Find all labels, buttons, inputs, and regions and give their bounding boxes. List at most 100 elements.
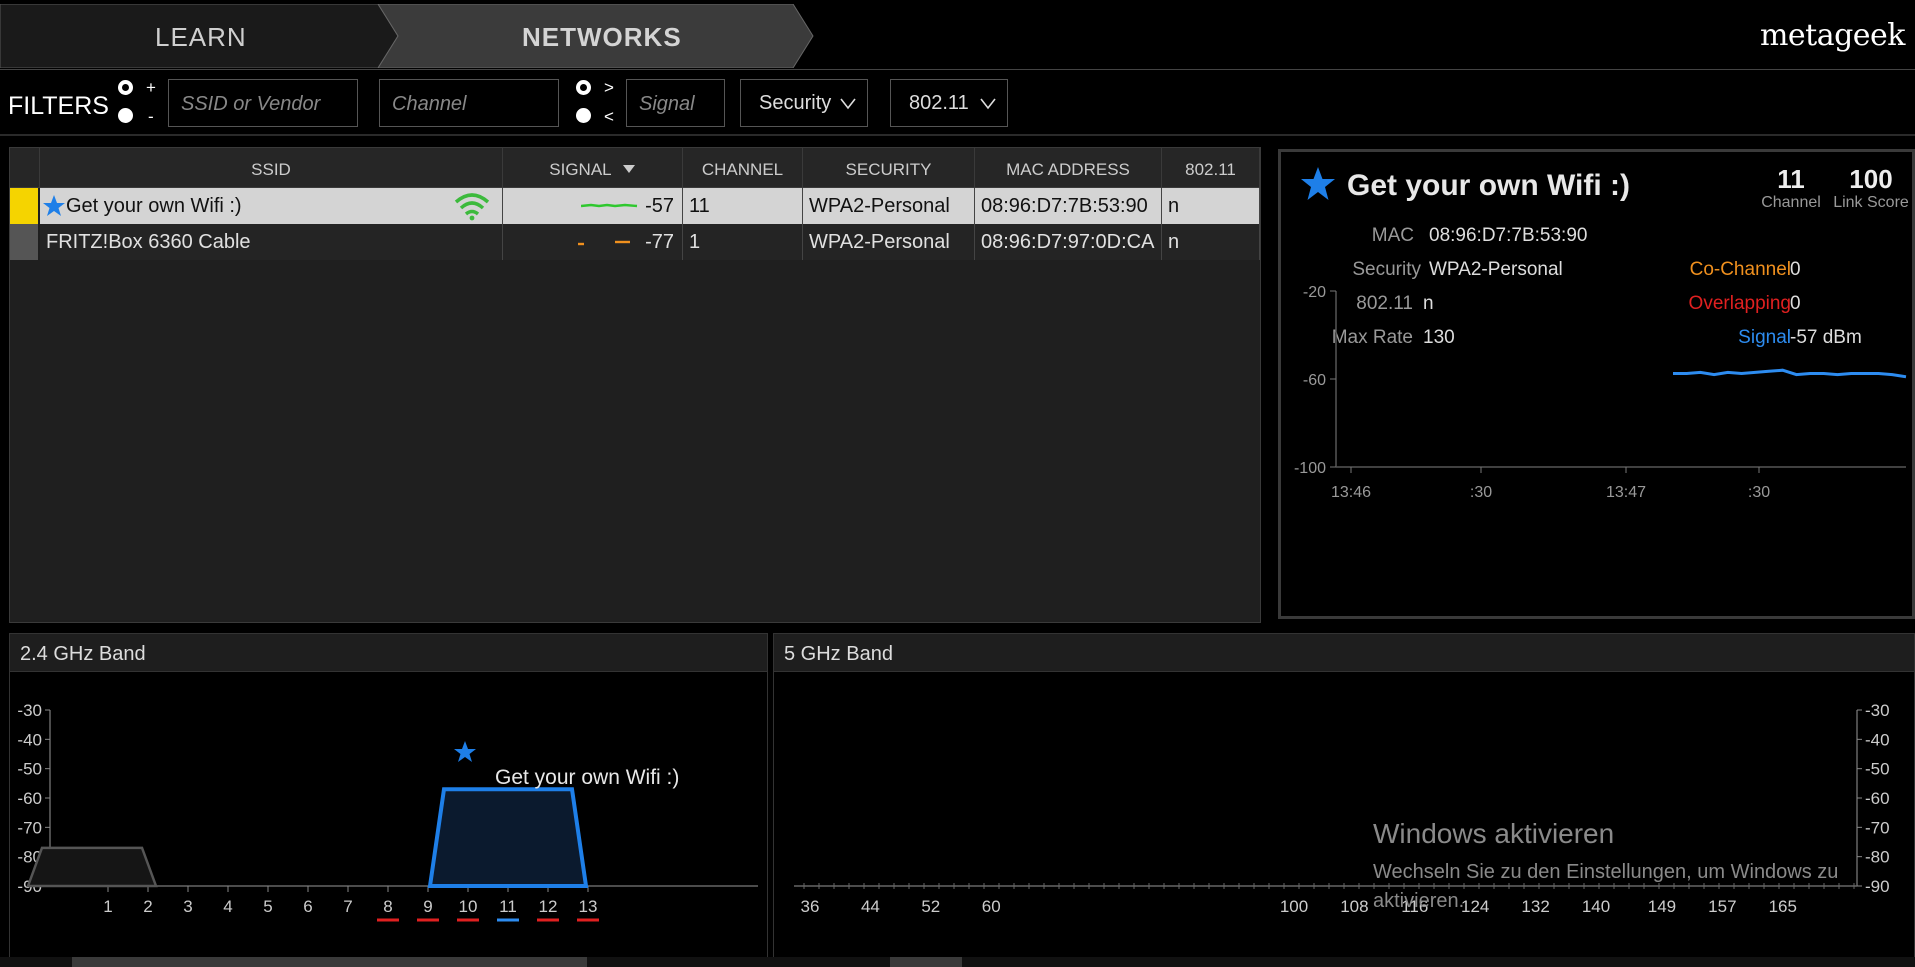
x-tick-label: 52 [921,897,940,916]
security-cell: WPA2-Personal [803,188,975,224]
col-signal-label: SIGNAL [549,160,611,179]
lt-label: < [604,107,614,126]
signal-lt-radio[interactable] [576,108,591,123]
top-nav: LEARN NETWORKS metageek [0,0,1915,70]
x-tick-label: 36 [801,897,820,916]
col-channel[interactable]: CHANNEL [683,148,803,188]
x-tick-label: 9 [423,897,432,916]
security-dropdown-label: Security [759,92,832,114]
y-tick-label: -20 [1303,284,1326,301]
x-tick-label: 4 [223,897,232,916]
band-24-chart: -30-40-50-60-70-80-9012345678910111213Ge… [17,701,758,922]
networks-table: SSID SIGNAL CHANNEL SECURITY MAC ADDRESS… [9,147,1261,623]
channel-input[interactable]: Channel [379,79,559,127]
y-tick-label: -60 [1865,789,1890,808]
x-tick-label: 10 [459,897,478,916]
filter-bar: FILTERS + - SSID or Vendor Channel > < S… [0,70,1915,136]
mac-cell: 08:96:D7:97:0D:CA [975,224,1162,260]
ssid-text: Get your own Wifi :) [66,195,242,217]
plus-label: + [146,78,156,97]
standard-dropdown[interactable]: 802.11 [890,79,1008,127]
channel-cell: 11 [683,188,803,224]
col-mac[interactable]: MAC ADDRESS [975,148,1162,188]
x-tick-label: 3 [183,897,192,916]
ssid-exclude-radio[interactable] [118,108,133,123]
ssid-cell: FRITZ!Box 6360 Cable [40,224,503,260]
chevron-down-icon [840,98,856,110]
chevron-down-icon [980,98,996,110]
scroll-thumb-left[interactable] [72,957,587,967]
ssid-cell: Get your own Wifi :) [40,188,503,224]
signal-gt-radio[interactable] [576,80,591,95]
signal-input[interactable]: Signal [626,79,725,127]
y-tick-label: -100 [1294,460,1326,477]
tab-networks[interactable]: NETWORKS [522,22,682,53]
x-tick-label: 108 [1340,897,1368,916]
band-24-panel: 2.4 GHz Band -30-40-50-60-70-80-90123456… [9,633,768,967]
table-row[interactable]: FRITZ!Box 6360 Cable -77 1 WPA2-Personal… [10,224,1260,260]
x-tick-label: 8 [383,897,392,916]
x-tick-label: 100 [1280,897,1308,916]
band-5-panel: 5 GHz Band -30 -40 -50 -60 -70 -80 -90 36 44 52 60… [773,633,1915,967]
y-tick-label: -70 [1865,818,1890,837]
star-icon [43,195,65,216]
ssid-vendor-input[interactable]: SSID or Vendor [168,79,358,127]
x-tick-label: 5 [263,897,272,916]
filters-label: FILTERS [8,92,109,120]
signal-history-chart: -20 -60 -100 13:46 :30 13:47 :30 [1294,284,1907,501]
x-tick-label: 6 [303,897,312,916]
color-column-header [10,148,40,188]
bottom-scrollbar[interactable] [0,957,1915,967]
signal-cell: -77 [503,224,683,260]
tab-learn[interactable]: LEARN [155,22,247,53]
gt-label: > [604,78,614,97]
security-cell: WPA2-Personal [803,224,975,260]
band-24-title: 2.4 GHz Band [10,634,767,672]
x-tick-label: 13:47 [1606,484,1646,501]
standard-dropdown-label: 802.11 [909,92,969,114]
security-dropdown[interactable]: Security [740,79,868,127]
col-signal[interactable]: SIGNAL [503,148,683,188]
x-tick-label: 12 [539,897,558,916]
col-80211[interactable]: 802.11 [1162,148,1260,188]
minus-label: - [148,107,154,126]
x-tick-label: :30 [1748,484,1770,501]
y-tick-label: -90 [1865,877,1890,896]
x-tick-label: 13:46 [1331,484,1371,501]
y-tick-label: -50 [17,760,42,779]
y-tick-label: -40 [17,730,42,749]
y-tick-label: -40 [1865,730,1890,749]
y-tick-label: -60 [1303,372,1326,389]
y-tick-label: -80 [1865,848,1890,867]
x-tick-label: 60 [982,897,1001,916]
band-5-title: 5 GHz Band [774,634,1914,672]
y-tick-label: -50 [1865,760,1890,779]
y-tick-label: -70 [17,818,42,837]
col-security[interactable]: SECURITY [803,148,975,188]
sort-down-icon [622,165,635,173]
wifi-icon [454,193,490,221]
table-row[interactable]: Get your own Wifi :) -57 11 WPA2-Persona… [10,188,1260,224]
col-ssid[interactable]: SSID [40,148,503,188]
brand-logo: metageek [1759,18,1906,53]
signal-series-line [1673,368,1907,379]
windows-activation-text: Wechseln Sie zu den Einstellungen, um Wi… [1373,861,1839,912]
x-tick-label: :30 [1470,484,1492,501]
network-detail-panel: Get your own Wifi :) 11 Channel 100 Link… [1278,149,1915,619]
ssid-include-radio[interactable] [118,80,133,95]
network-trapezoid-fritzbox [26,846,158,888]
x-tick-label: 2 [143,897,152,916]
y-tick-label: -30 [17,701,42,720]
signal-sparkline [581,203,638,208]
signal-cell: -57 [503,188,683,224]
channel-cell: 1 [683,224,803,260]
x-tick-label: 11 [499,897,517,916]
nav-tabs-shape [0,4,814,68]
network-label: Get your own Wifi :) [495,766,679,789]
signal-sparkline [578,240,630,246]
star-icon [454,741,476,762]
network-color-swatch[interactable] [10,188,38,224]
y-tick-label: -30 [1865,701,1890,720]
network-color-swatch[interactable] [10,224,38,260]
scroll-thumb-right[interactable] [890,957,962,967]
